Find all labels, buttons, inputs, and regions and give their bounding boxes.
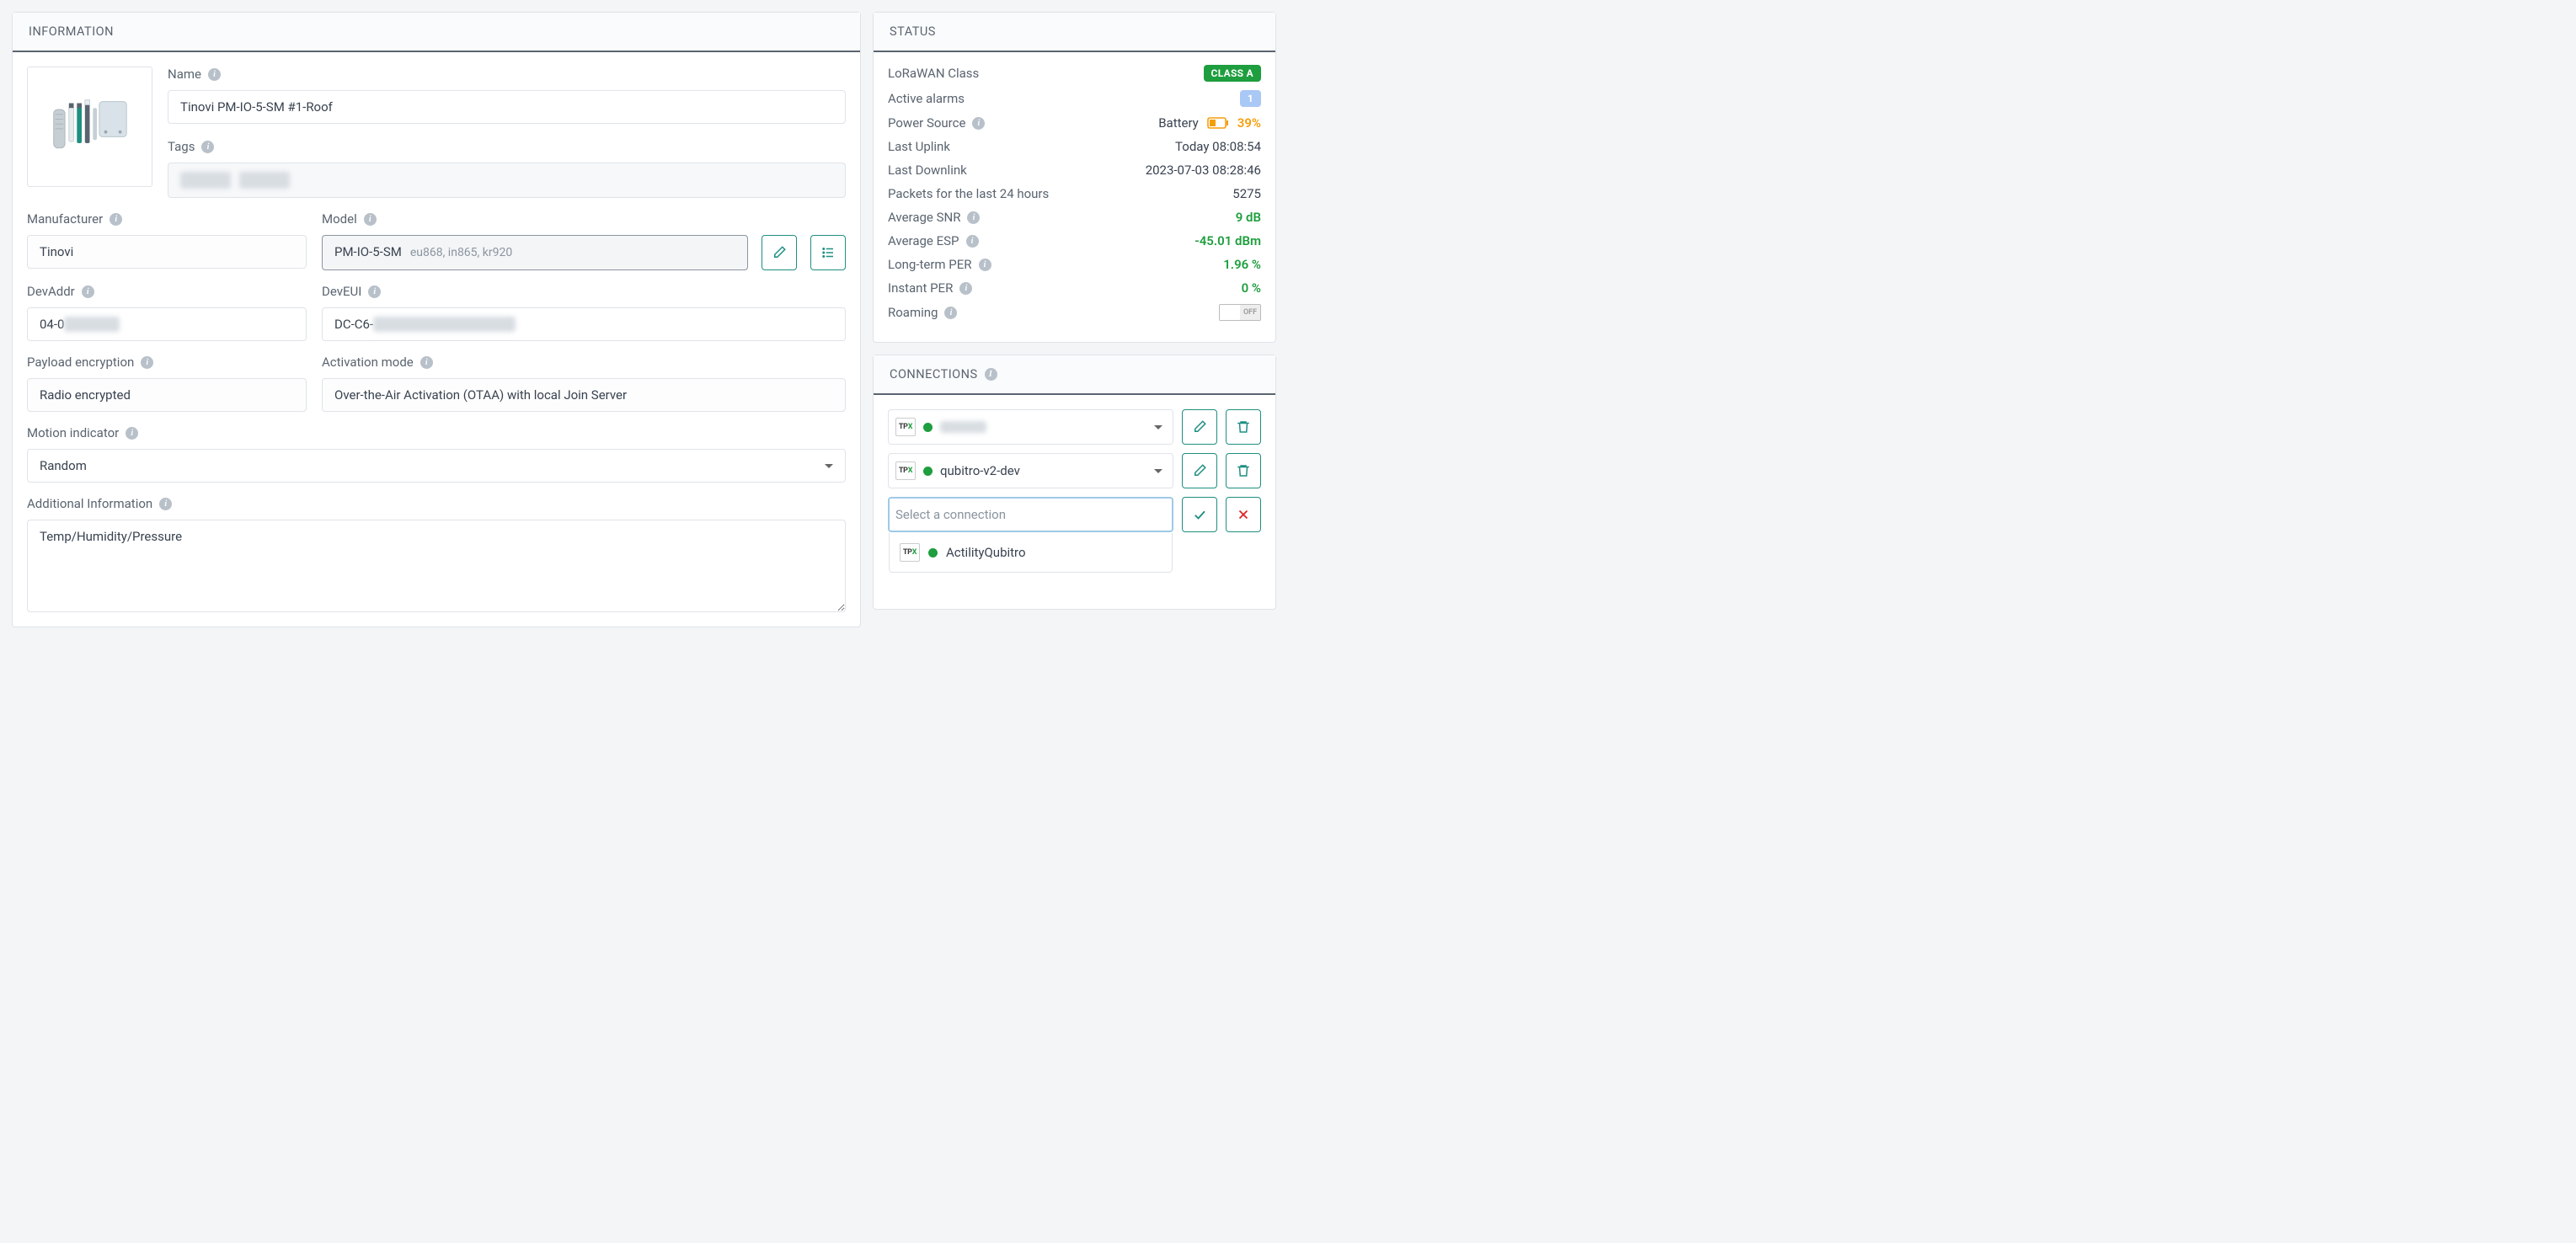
status-dot-icon <box>923 423 933 432</box>
edit-connection-button[interactable] <box>1182 409 1217 445</box>
tpx-icon: TPX <box>900 543 920 562</box>
status-class-k: LoRaWAN Class <box>888 66 979 81</box>
devaddr-prefix: 04-0 <box>40 317 64 332</box>
battery-icon <box>1207 117 1229 129</box>
status-esp-v: -45.01 dBm <box>1194 233 1261 248</box>
status-lper-v: 1.96 % <box>1223 257 1261 272</box>
activation-label: Activation mode <box>322 355 414 370</box>
information-title: INFORMATION <box>29 24 114 39</box>
status-snr-v: 9 dB <box>1236 210 1261 225</box>
info-icon[interactable]: i <box>141 356 153 369</box>
info-icon[interactable]: i <box>368 285 381 298</box>
model-label: Model <box>322 211 357 227</box>
status-roaming-k: Roaming <box>888 305 938 320</box>
motion-label: Motion indicator <box>27 425 119 440</box>
connection-select-2[interactable]: TPX qubitro-v2-dev <box>888 453 1173 488</box>
roaming-toggle[interactable]: OFF <box>1219 304 1261 321</box>
status-title: STATUS <box>890 24 936 39</box>
deveui-label: DevEUI <box>322 284 361 299</box>
caret-down-icon <box>825 464 833 468</box>
tags-input[interactable] <box>168 163 846 198</box>
edit-model-button[interactable] <box>762 235 797 270</box>
delete-connection-button[interactable] <box>1226 409 1261 445</box>
list-model-button[interactable] <box>810 235 846 270</box>
status-dot-icon <box>923 467 933 476</box>
info-icon[interactable]: i <box>201 141 214 153</box>
activation-display <box>322 378 846 412</box>
info-icon[interactable]: i <box>944 307 957 319</box>
status-uplink-v: Today 08:08:54 <box>1175 139 1261 154</box>
info-icon[interactable]: i <box>364 213 377 226</box>
connections-header: CONNECTIONS i <box>874 355 1275 395</box>
status-alarms-k: Active alarms <box>888 91 965 106</box>
confirm-connection-button[interactable] <box>1182 497 1217 532</box>
edit-connection-button[interactable] <box>1182 453 1217 488</box>
deveui-display: DC-C6-XXXXXXXXXXXXXXXXXX <box>322 307 846 341</box>
info-icon[interactable]: i <box>972 117 985 130</box>
connection-option-name: ActilityQubitro <box>946 545 1026 560</box>
info-icon[interactable]: i <box>967 211 980 224</box>
payload-enc-display <box>27 378 307 412</box>
model-regions: eu868, in865, kr920 <box>410 246 512 259</box>
alarms-badge[interactable]: 1 <box>1240 90 1261 107</box>
connection-select-1[interactable]: TPX <box>888 409 1173 445</box>
caret-down-icon <box>1154 469 1162 473</box>
connection-2-name: qubitro-v2-dev <box>940 463 1020 478</box>
caret-down-icon <box>1154 425 1162 429</box>
connections-title: CONNECTIONS <box>890 367 978 381</box>
status-snr-k: Average SNR <box>888 210 960 225</box>
information-header: INFORMATION <box>13 13 860 52</box>
info-icon[interactable]: i <box>959 282 972 295</box>
power-source-value: Battery <box>1158 115 1199 131</box>
motion-value: Random <box>40 458 87 473</box>
battery-pct: 39% <box>1237 115 1261 131</box>
connection-option[interactable]: TPX ActilityQubitro <box>890 536 1172 568</box>
info-icon[interactable]: i <box>82 285 94 298</box>
roaming-off-label: OFF <box>1240 305 1260 320</box>
name-input[interactable] <box>168 90 846 124</box>
deveui-prefix: DC-C6- <box>334 317 373 332</box>
status-downlink-v: 2023-07-03 08:28:46 <box>1146 163 1261 178</box>
manufacturer-label: Manufacturer <box>27 211 103 227</box>
status-packets-v: 5275 <box>1232 186 1261 201</box>
info-icon[interactable]: i <box>985 368 997 381</box>
connection-new-placeholder: Select a connection <box>895 507 1006 522</box>
status-lper-k: Long-term PER <box>888 257 972 272</box>
info-icon[interactable]: i <box>979 259 991 271</box>
manufacturer-input[interactable] <box>27 235 307 269</box>
name-label: Name <box>168 67 201 82</box>
additional-label: Additional Information <box>27 496 152 511</box>
model-display: PM-IO-5-SM eu868, in865, kr920 <box>322 235 748 270</box>
status-esp-k: Average ESP <box>888 233 959 248</box>
info-icon[interactable]: i <box>126 427 138 440</box>
motion-select[interactable]: Random <box>27 449 846 483</box>
status-uplink-k: Last Uplink <box>888 139 950 154</box>
connection-select-new[interactable]: Select a connection TPX ActilityQubitro <box>888 497 1173 532</box>
tags-label: Tags <box>168 139 195 154</box>
cancel-connection-button[interactable] <box>1226 497 1261 532</box>
status-power-k: Power Source <box>888 115 965 131</box>
device-image <box>27 67 152 187</box>
status-iper-v: 0 % <box>1242 280 1261 296</box>
info-icon[interactable]: i <box>159 498 172 510</box>
payload-enc-label: Payload encryption <box>27 355 134 370</box>
devaddr-label: DevAddr <box>27 284 75 299</box>
model-value: PM-IO-5-SM <box>334 244 402 259</box>
info-icon[interactable]: i <box>420 356 433 369</box>
info-icon[interactable]: i <box>966 235 979 248</box>
class-badge: CLASS A <box>1204 65 1261 82</box>
info-icon[interactable]: i <box>208 68 221 81</box>
status-packets-k: Packets for the last 24 hours <box>888 186 1049 201</box>
devaddr-display: 04-0XXXXXXX <box>27 307 307 341</box>
info-icon[interactable]: i <box>110 213 122 226</box>
status-iper-k: Instant PER <box>888 280 953 296</box>
additional-textarea[interactable]: Temp/Humidity/Pressure <box>27 520 846 612</box>
delete-connection-button[interactable] <box>1226 453 1261 488</box>
tpx-icon: TPX <box>895 461 916 480</box>
status-header: STATUS <box>874 13 1275 52</box>
status-dot-icon <box>928 548 938 557</box>
connection-dropdown: TPX ActilityQubitro <box>889 533 1173 573</box>
status-downlink-k: Last Downlink <box>888 163 967 178</box>
tpx-icon: TPX <box>895 418 916 436</box>
